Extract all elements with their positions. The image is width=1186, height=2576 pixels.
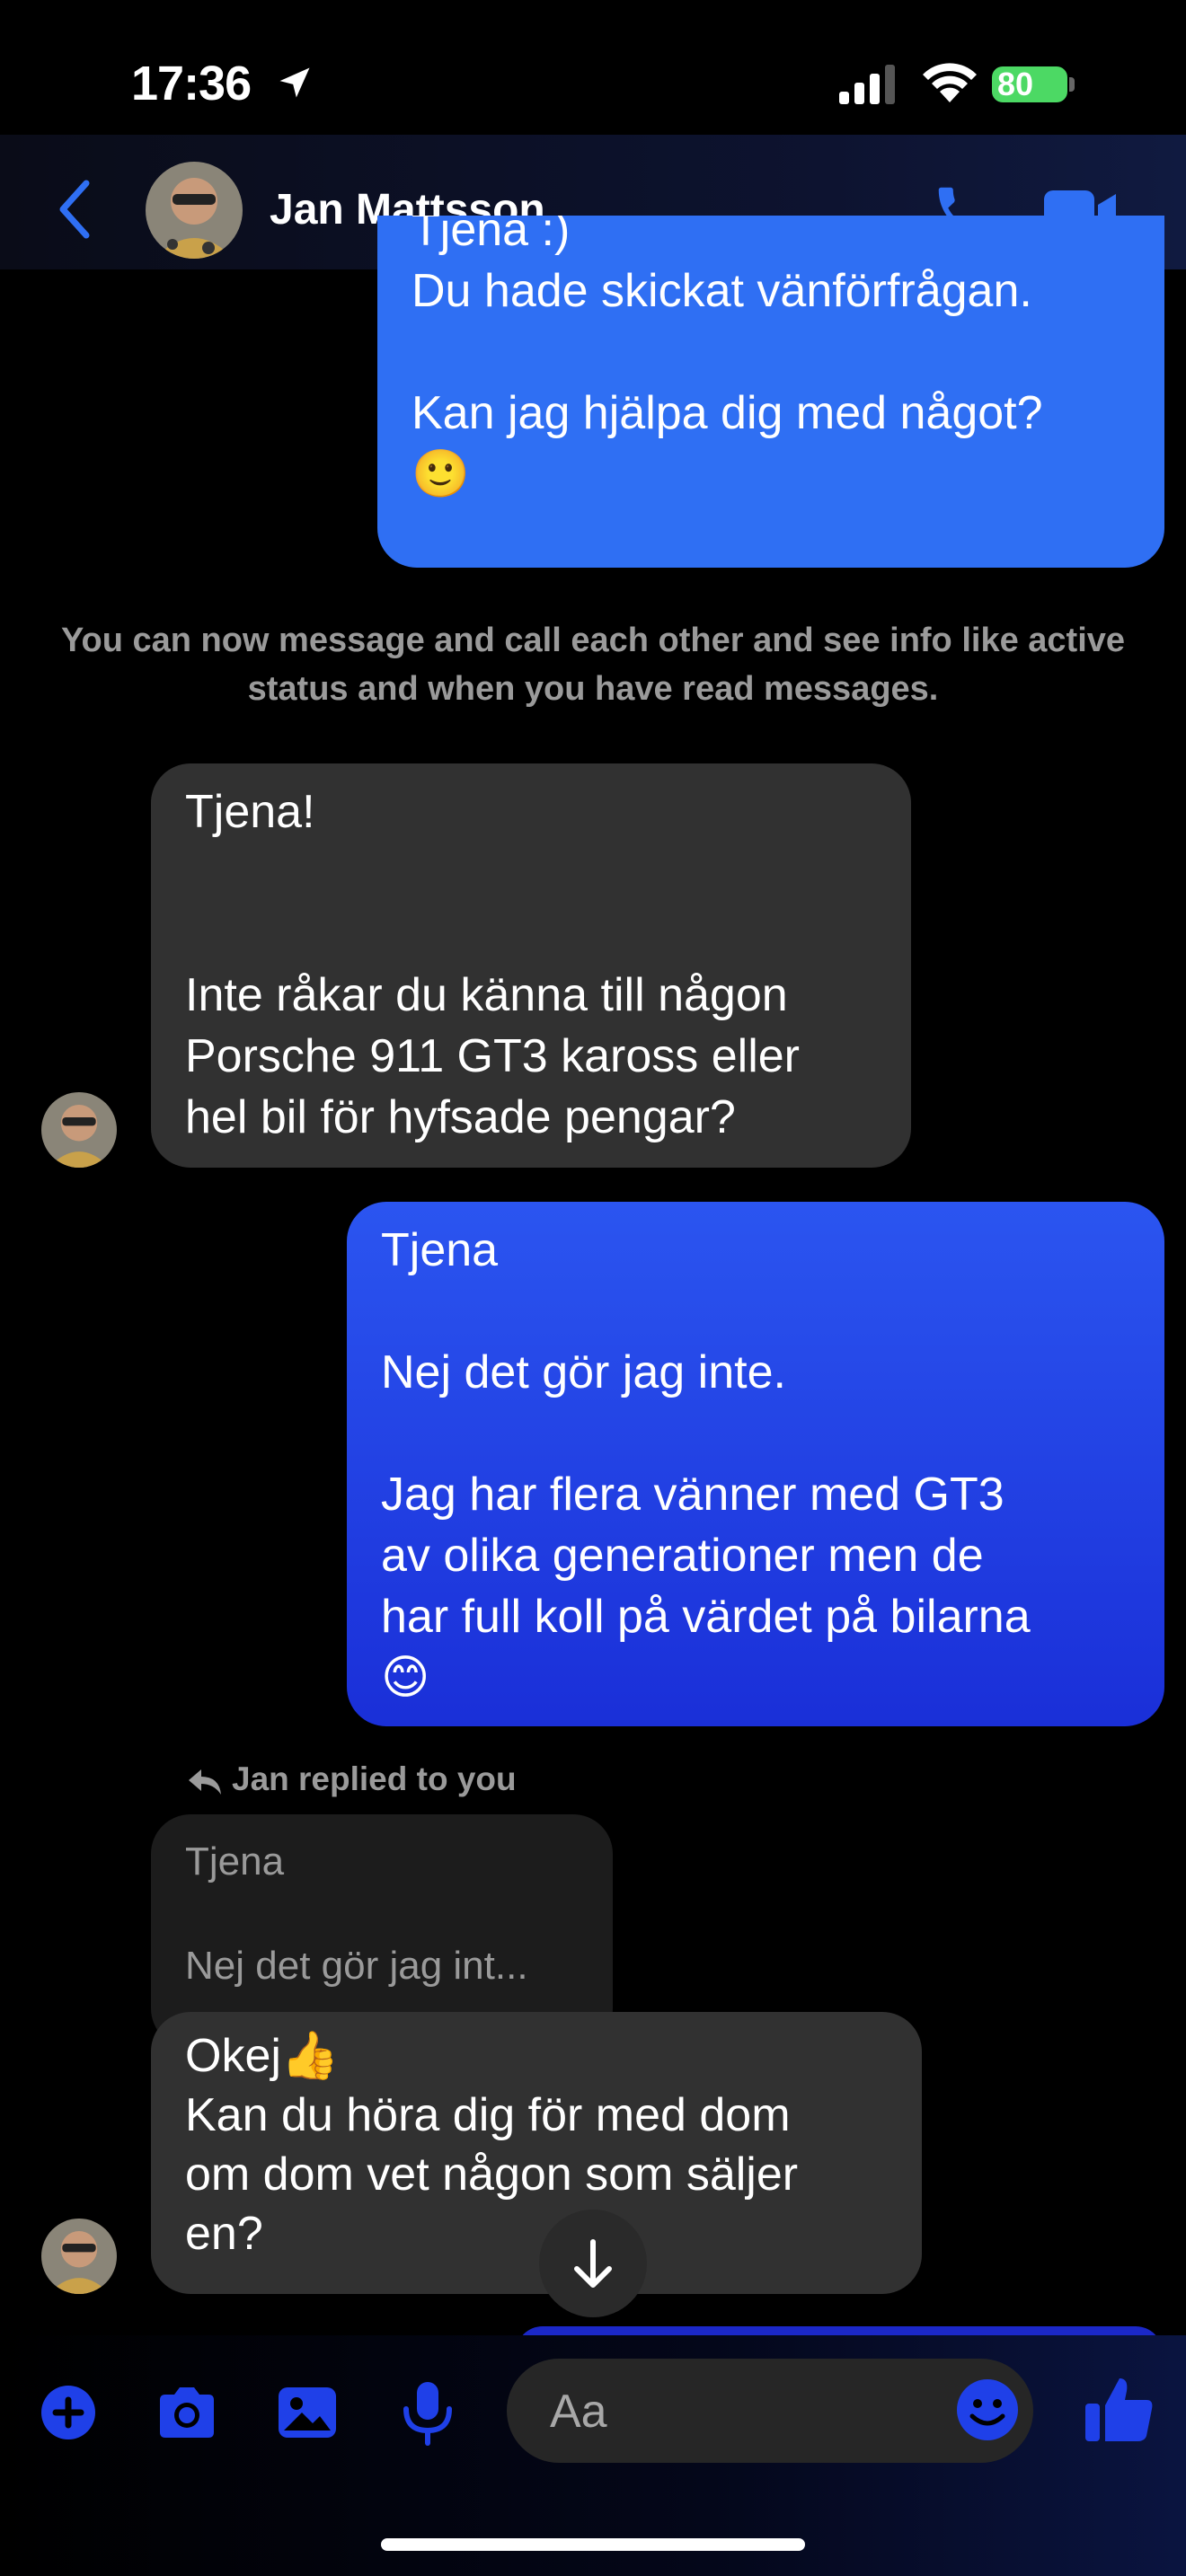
microphone-icon[interactable] <box>392 2377 464 2448</box>
message-bubble-incoming[interactable]: Okej👍 Kan du höra dig för med dom om dom… <box>151 2012 922 2294</box>
emoji-icon[interactable] <box>952 2375 1022 2445</box>
message-bubble-outgoing[interactable]: Tjena :) Du hade skickat vänförfrågan. K… <box>377 216 1164 568</box>
signal-icon <box>839 65 895 104</box>
location-arrow-icon <box>279 67 310 98</box>
battery-level: 80 <box>997 66 1034 102</box>
battery-icon: 80 <box>992 63 1076 106</box>
camera-icon[interactable] <box>151 2377 223 2448</box>
message-bubble-outgoing[interactable]: Tjena Nej det gör jag inte. Jag har fler… <box>347 1202 1164 1726</box>
sender-avatar[interactable] <box>41 1092 117 1168</box>
thumbs-up-icon[interactable] <box>1082 2371 1157 2447</box>
reply-label: Jan replied to you <box>232 1760 517 1797</box>
message-input[interactable] <box>548 2384 911 2439</box>
message-bubble-incoming[interactable]: Tjena! Inte råkar du känna till någon Po… <box>151 763 911 1168</box>
plus-icon[interactable] <box>32 2377 104 2448</box>
wifi-icon <box>923 63 977 102</box>
status-time: 17:36 <box>131 57 252 110</box>
sender-avatar[interactable] <box>41 2219 117 2294</box>
home-indicator <box>381 2538 805 2551</box>
system-message: You can now message and call each other … <box>60 622 1126 708</box>
arrow-down-icon <box>574 2239 612 2288</box>
image-icon[interactable] <box>271 2377 343 2448</box>
back-chevron-icon[interactable] <box>56 178 92 241</box>
contact-avatar[interactable] <box>146 162 243 259</box>
reply-arrow-icon <box>189 1769 221 1795</box>
scroll-to-bottom-button[interactable] <box>539 2210 647 2317</box>
